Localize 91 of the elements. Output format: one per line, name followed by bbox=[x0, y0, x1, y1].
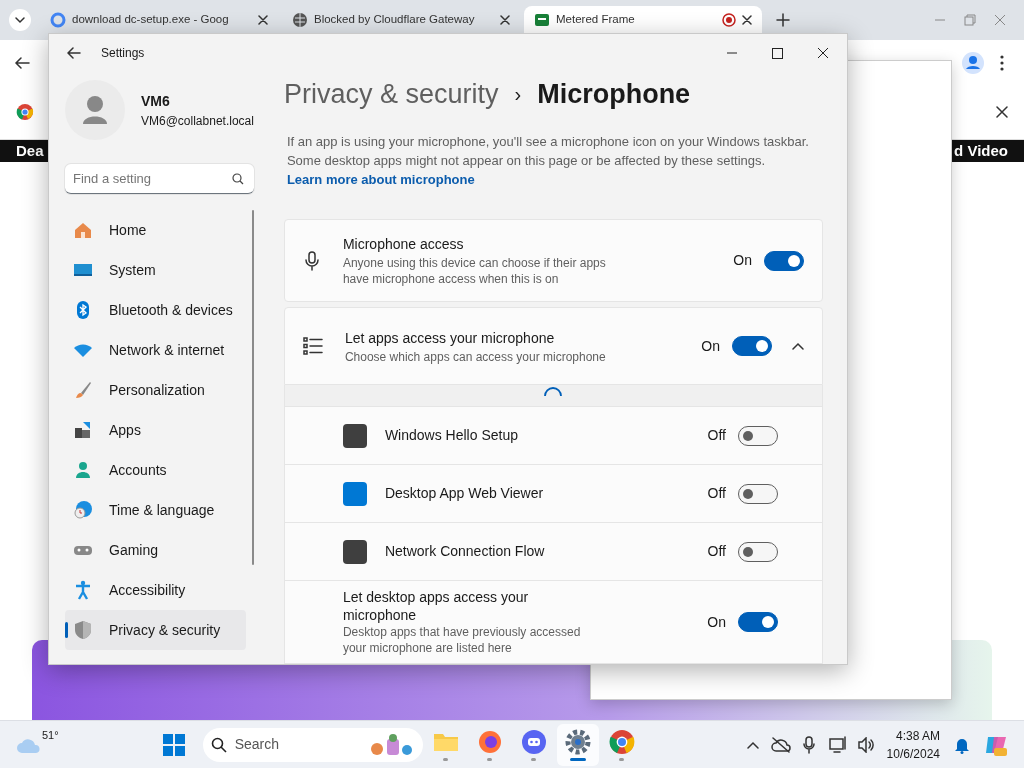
app-name: Desktop App Web Viewer bbox=[384, 484, 545, 503]
network-icon bbox=[828, 735, 849, 754]
nav-item[interactable]: Home bbox=[65, 210, 246, 250]
browser-tab[interactable]: Metered Frame bbox=[524, 6, 762, 33]
browser-tab[interactable]: Blocked by Cloudflare Gateway bbox=[282, 6, 520, 33]
cloud-off-icon bbox=[770, 736, 791, 753]
banner-text: Dea bbox=[16, 141, 44, 161]
toggle-switch[interactable] bbox=[738, 541, 778, 562]
close-icon[interactable] bbox=[996, 106, 1008, 118]
weather-temperature: 51° bbox=[42, 728, 59, 743]
close-icon[interactable] bbox=[258, 14, 268, 25]
back-arrow-icon[interactable] bbox=[14, 54, 30, 71]
shield-icon bbox=[73, 620, 93, 640]
nav-item[interactable]: Personalization bbox=[65, 370, 246, 410]
apps-icon bbox=[73, 420, 93, 440]
setting-description: Desktop apps that have previously accessed your microphone are listed here bbox=[342, 624, 582, 656]
setting-description: Choose which apps can access your microphone bbox=[344, 348, 607, 365]
state-label: On bbox=[701, 336, 720, 356]
search-field[interactable]: Find a setting bbox=[65, 164, 254, 194]
setting-title: Microphone access bbox=[342, 235, 465, 254]
chrome-icon bbox=[16, 103, 34, 121]
recording-icon bbox=[722, 12, 736, 27]
toggle-switch[interactable] bbox=[738, 425, 778, 446]
user-email: VM6@collabnet.local bbox=[141, 112, 254, 130]
expander-card[interactable]: Let apps access your microphone Choose which apps can access your microphone On bbox=[283, 307, 823, 385]
nav-item[interactable]: Accounts bbox=[65, 450, 246, 490]
search-icon bbox=[210, 736, 227, 753]
app-name: Windows Hello Setup bbox=[384, 426, 519, 445]
nav-item[interactable]: Accessibility bbox=[65, 570, 246, 610]
learn-more-link[interactable]: Learn more about microphone bbox=[286, 172, 475, 187]
nav-item[interactable]: Network & internet bbox=[65, 330, 246, 370]
close-icon[interactable] bbox=[500, 14, 510, 25]
accessibility-icon bbox=[73, 580, 93, 600]
chevron-up-icon[interactable] bbox=[792, 342, 804, 350]
app-name: Network Connection Flow bbox=[384, 542, 546, 561]
page-title: Microphone bbox=[537, 77, 691, 111]
speaker-icon bbox=[856, 736, 875, 753]
house-icon bbox=[73, 220, 93, 240]
microphone-icon[interactable] bbox=[802, 735, 815, 754]
toggle-switch[interactable] bbox=[738, 612, 778, 632]
new-tab-icon[interactable] bbox=[776, 13, 790, 27]
back-arrow-icon[interactable] bbox=[67, 46, 81, 60]
toggle-switch[interactable] bbox=[764, 250, 804, 271]
scrollbar-thumb[interactable] bbox=[251, 210, 254, 565]
toggle-switch[interactable] bbox=[738, 483, 778, 504]
state-label: Off bbox=[707, 484, 726, 503]
nav-item[interactable]: System bbox=[65, 250, 246, 290]
chevron-up-icon[interactable] bbox=[746, 740, 759, 749]
state-label: On bbox=[707, 612, 726, 632]
nav-item[interactable]: Time & language bbox=[65, 490, 246, 530]
close-icon[interactable] bbox=[817, 47, 829, 59]
chat-bubble-icon bbox=[519, 728, 548, 756]
clock-globe-icon bbox=[73, 500, 93, 520]
taskbar-app[interactable] bbox=[556, 723, 599, 766]
windows-start-icon[interactable] bbox=[162, 733, 185, 756]
state-label: On bbox=[733, 251, 752, 270]
list-icon bbox=[302, 337, 323, 355]
globe-icon bbox=[292, 11, 308, 28]
setting-description: Anyone using this device can choose if their apps have microphone access when this is on bbox=[342, 255, 607, 287]
chrome-icon bbox=[607, 728, 636, 756]
nav-item[interactable]: Privacy & security bbox=[65, 610, 246, 650]
person-icon bbox=[73, 460, 93, 480]
nav-item[interactable]: Gaming bbox=[65, 530, 246, 570]
spreadsheet-icon bbox=[534, 11, 550, 28]
more-icon[interactable] bbox=[1000, 54, 1004, 71]
search-icon[interactable] bbox=[231, 173, 244, 185]
microphone-icon bbox=[302, 250, 321, 271]
maximize-icon[interactable] bbox=[772, 47, 783, 59]
clock-date: 10/6/2024 bbox=[886, 745, 940, 763]
profile-icon[interactable] bbox=[962, 51, 984, 74]
state-label: Off bbox=[707, 426, 726, 445]
breadcrumb-parent[interactable]: Privacy & security bbox=[283, 73, 499, 115]
taskbar-search[interactable]: Search bbox=[202, 727, 423, 762]
nav-item[interactable]: Apps bbox=[65, 410, 246, 450]
setting-title: Let apps access your microphone bbox=[344, 328, 556, 348]
tab-search-icon[interactable] bbox=[8, 8, 32, 32]
gear-icon bbox=[563, 728, 592, 756]
brush-icon bbox=[73, 380, 93, 400]
close-icon[interactable] bbox=[742, 14, 752, 25]
avatar-icon bbox=[65, 80, 125, 140]
state-label: Off bbox=[707, 542, 726, 561]
browser-tab[interactable]: download dc-setup.exe - Goog bbox=[40, 6, 278, 33]
setting-title: Let desktop apps access your microphone bbox=[342, 588, 530, 624]
clock-time: 4:38 AM bbox=[894, 727, 940, 745]
window-title: Settings bbox=[101, 45, 145, 62]
breadcrumb-separator: › bbox=[514, 82, 522, 107]
toggle-switch[interactable] bbox=[732, 336, 772, 356]
nav-item[interactable]: Bluetooth & devices bbox=[65, 290, 246, 330]
description-text: If an app is using your microphone, you'll see a microphone icon on your Windows taskbar. Some desktop apps might not appear on this page or be affected by these settings. Learn more about microphone bbox=[286, 133, 810, 189]
banner-text: d Video bbox=[954, 141, 1008, 161]
user-name: VM6 bbox=[141, 91, 171, 111]
